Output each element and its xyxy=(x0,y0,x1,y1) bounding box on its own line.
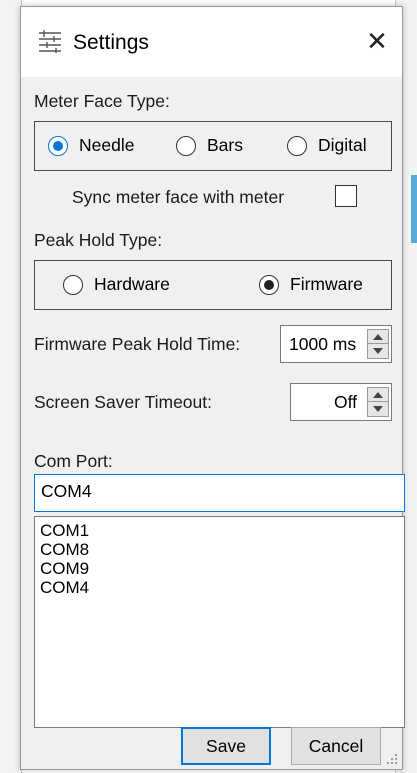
firmware-peak-hold-time-value: 1000 ms xyxy=(289,334,357,354)
increment-button[interactable] xyxy=(368,330,388,344)
screen-saver-timeout-value: Off xyxy=(333,392,357,412)
arrow-up-icon xyxy=(373,391,383,398)
close-icon: ✕ xyxy=(366,25,388,56)
radio-bars-label: Bars xyxy=(207,135,243,155)
close-button[interactable]: ✕ xyxy=(352,21,402,61)
radio-circle xyxy=(176,135,196,156)
radio-hardware-label: Hardware xyxy=(94,274,170,294)
list-item[interactable]: COM1 xyxy=(40,521,399,540)
meter-face-type-group: Needle Bars Digital xyxy=(34,121,392,171)
background-accent-strip xyxy=(411,175,417,243)
stepper-arrows xyxy=(367,387,389,417)
resize-grip-icon[interactable] xyxy=(386,753,398,765)
radio-firmware[interactable]: Firmware xyxy=(259,274,363,295)
com-port-input[interactable]: COM4 xyxy=(34,474,405,512)
arrow-down-icon xyxy=(373,406,383,412)
title-bar: Settings ✕ xyxy=(21,7,402,77)
decrement-button[interactable] xyxy=(368,344,388,358)
radio-hardware[interactable]: Hardware xyxy=(63,274,170,295)
settings-dialog: Settings ✕ Meter Face Type: Needle Bars … xyxy=(20,6,405,770)
peak-hold-type-label: Peak Hold Type: xyxy=(34,230,163,250)
list-item[interactable]: COM4 xyxy=(40,578,399,597)
firmware-peak-hold-time-stepper[interactable]: 1000 ms xyxy=(280,325,392,363)
window-title: Settings xyxy=(73,31,149,54)
radio-needle[interactable]: Needle xyxy=(48,135,134,156)
save-button[interactable]: Save xyxy=(181,727,271,765)
increment-button[interactable] xyxy=(368,388,388,402)
sync-meter-face-label: Sync meter face with meter xyxy=(72,187,285,207)
radio-bars[interactable]: Bars xyxy=(176,135,243,156)
firmware-peak-hold-time-label: Firmware Peak Hold Time: xyxy=(34,334,241,354)
radio-digital[interactable]: Digital xyxy=(287,135,367,156)
cancel-button[interactable]: Cancel xyxy=(291,727,381,765)
radio-needle-label: Needle xyxy=(79,135,135,155)
list-item[interactable]: COM9 xyxy=(40,559,399,578)
radio-selected-dot xyxy=(53,140,63,151)
settings-app-icon xyxy=(39,30,61,53)
list-item[interactable]: COM8 xyxy=(40,540,399,559)
decrement-button[interactable] xyxy=(368,402,388,416)
radio-digital-label: Digital xyxy=(318,135,367,155)
radio-circle xyxy=(287,135,307,156)
radio-circle xyxy=(259,274,279,295)
stepper-arrows xyxy=(367,329,389,359)
com-port-list[interactable]: COM1 COM8 COM9 COM4 xyxy=(34,516,405,728)
com-port-input-value: COM4 xyxy=(41,481,92,501)
arrow-up-icon xyxy=(373,333,383,340)
arrow-down-icon xyxy=(373,348,383,354)
radio-firmware-label: Firmware xyxy=(290,274,363,294)
radio-circle xyxy=(63,274,83,295)
screen-saver-timeout-stepper[interactable]: Off xyxy=(290,383,392,421)
screen-saver-timeout-label: Screen Saver Timeout: xyxy=(34,392,212,412)
meter-face-type-label: Meter Face Type: xyxy=(34,91,170,111)
radio-circle xyxy=(48,135,68,156)
radio-selected-dot xyxy=(264,279,274,290)
peak-hold-type-group: Hardware Firmware xyxy=(34,260,392,310)
sync-meter-face-checkbox[interactable] xyxy=(335,185,357,207)
com-port-label: Com Port: xyxy=(34,451,113,471)
background-window-left xyxy=(0,0,22,773)
